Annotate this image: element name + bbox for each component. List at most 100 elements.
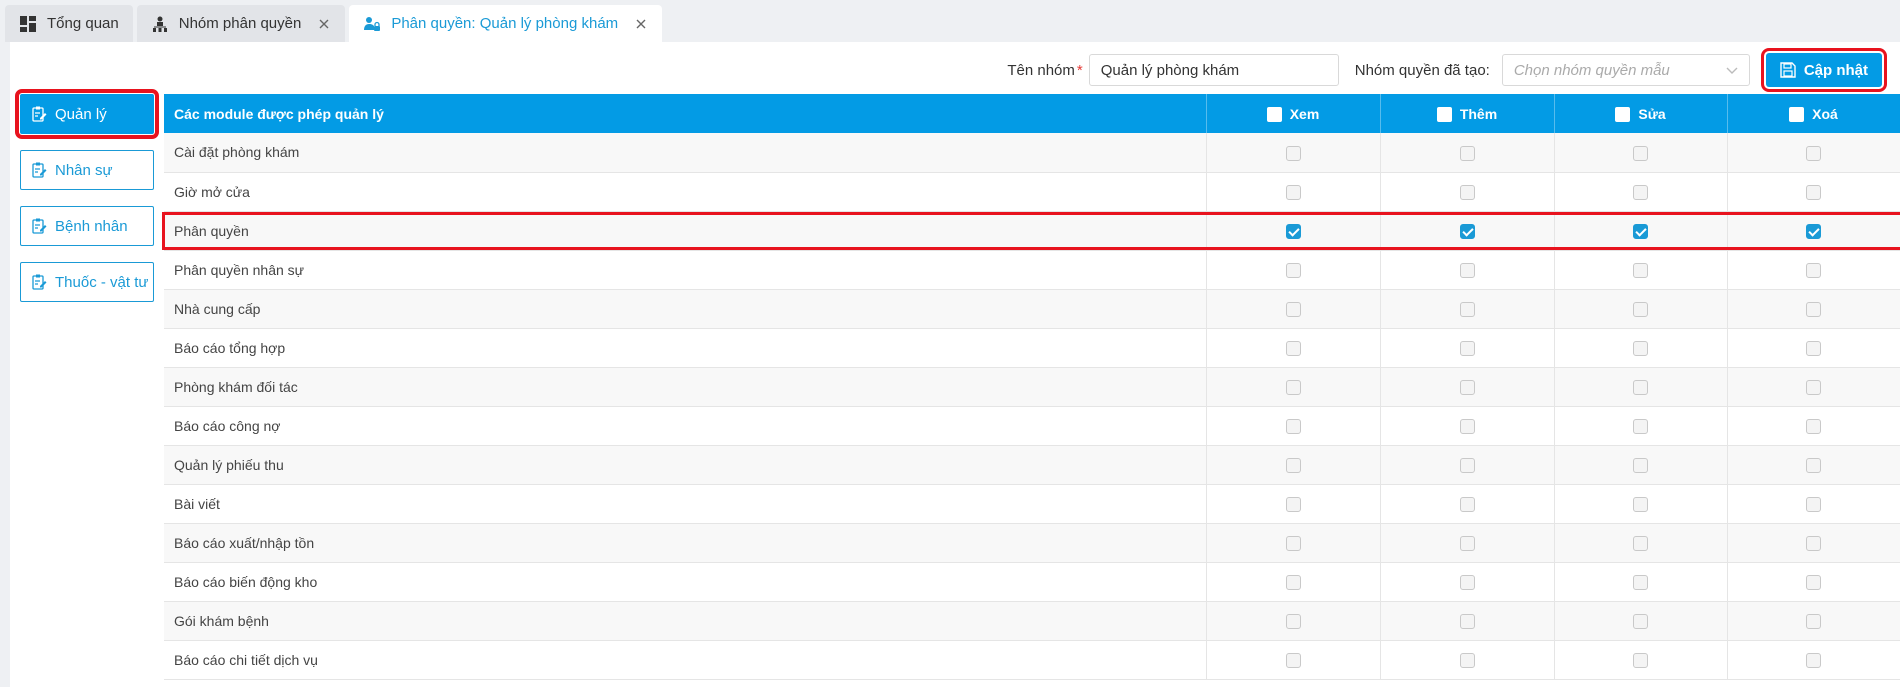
edit-checkbox[interactable] [1633,652,1648,668]
menu-item-patients[interactable]: Bệnh nhân [20,206,154,246]
add-checkbox[interactable] [1459,145,1475,161]
column-header-delete: Xoá [1727,94,1900,133]
add-checkbox[interactable] [1459,379,1475,395]
view-checkbox[interactable] [1285,262,1301,278]
edit-checkbox[interactable] [1633,418,1648,434]
module-name: Gói khám bệnh [164,601,1207,641]
delete-checkbox[interactable] [1806,613,1821,629]
edit-checkbox[interactable] [1633,145,1648,161]
module-name: Báo cáo chi tiết dịch vụ [164,640,1207,680]
column-header-add: Thêm [1380,94,1555,133]
close-icon[interactable] [634,17,648,31]
tab-label: Tổng quan [47,15,119,32]
edit-checkbox[interactable] [1633,535,1648,551]
module-name: Phân quyền [164,211,1207,251]
module-name: Giờ mở cửa [164,172,1207,212]
edit-checkbox[interactable] [1633,301,1648,317]
edit-checkbox[interactable] [1633,223,1648,239]
edit-checkbox[interactable] [1633,379,1648,395]
edit-checkbox[interactable] [1633,340,1648,356]
module-name: Báo cáo tổng hợp [164,328,1207,368]
menu-item-label: Nhân sự [55,161,113,179]
menu-item-staff[interactable]: Nhân sự [20,150,154,190]
delete-checkbox[interactable] [1806,379,1821,395]
edit-checkbox[interactable] [1633,613,1648,629]
table-row: Cài đặt phòng khám [164,133,1900,173]
select-all-add-checkbox[interactable] [1436,106,1452,122]
select-all-view-checkbox[interactable] [1266,106,1282,122]
add-checkbox[interactable] [1459,574,1475,590]
edit-checkbox[interactable] [1633,496,1648,512]
delete-checkbox[interactable] [1806,652,1821,668]
view-checkbox[interactable] [1285,496,1301,512]
module-name: Báo cáo công nợ [164,406,1207,446]
add-checkbox[interactable] [1459,184,1475,200]
select-all-edit-checkbox[interactable] [1615,106,1631,122]
add-checkbox[interactable] [1459,340,1475,356]
delete-checkbox[interactable] [1806,262,1821,278]
module-name: Cài đặt phòng khám [164,133,1207,173]
view-checkbox[interactable] [1285,574,1301,590]
view-checkbox[interactable] [1285,379,1301,395]
menu-item-medicine-supplies[interactable]: Thuốc - vật tư [20,262,154,302]
close-icon[interactable] [317,17,331,31]
tab-permission-groups[interactable]: Nhóm phân quyền [136,5,346,42]
edit-checkbox[interactable] [1633,574,1648,590]
update-button[interactable]: Cập nhật [1760,48,1888,92]
delete-checkbox[interactable] [1806,535,1821,551]
edit-checkbox[interactable] [1633,262,1648,278]
clipboard-edit-icon [31,106,47,122]
clipboard-edit-icon [31,218,47,234]
view-checkbox[interactable] [1285,613,1301,629]
menu-item-management[interactable]: Quản lý [15,89,159,139]
table-row: Báo cáo chi tiết dịch vụ [164,640,1900,680]
table-row: Báo cáo công nợ [164,406,1900,446]
delete-checkbox[interactable] [1806,574,1821,590]
view-checkbox[interactable] [1285,340,1301,356]
add-checkbox[interactable] [1459,262,1475,278]
delete-checkbox[interactable] [1806,145,1821,161]
view-checkbox[interactable] [1285,301,1301,317]
left-menu: Quản lý Nhân sự Bệnh nhân Thuốc - vật tư [15,89,159,318]
delete-checkbox[interactable] [1806,223,1821,239]
view-checkbox[interactable] [1285,535,1301,551]
tab-permission-detail[interactable]: Phân quyền: Quản lý phòng khám [349,5,663,42]
delete-checkbox[interactable] [1806,457,1821,473]
add-checkbox[interactable] [1459,652,1475,668]
delete-checkbox[interactable] [1806,496,1821,512]
save-icon [1780,62,1796,78]
table-row: Báo cáo xuất/nhập tồn [164,523,1900,563]
view-checkbox[interactable] [1285,184,1301,200]
view-checkbox[interactable] [1285,652,1301,668]
add-checkbox[interactable] [1459,223,1475,239]
select-all-delete-checkbox[interactable] [1789,106,1805,122]
add-checkbox[interactable] [1459,535,1475,551]
menu-item-label: Bệnh nhân [55,217,128,235]
tab-bar: Tổng quan Nhóm phân quyền Phân quyền: Qu… [0,0,1900,42]
table-header-row: Các module được phép quản lý Xem Thêm Sử… [164,94,1900,133]
table-row: Nhà cung cấp [164,289,1900,329]
view-checkbox[interactable] [1285,145,1301,161]
group-name-input[interactable]: Quản lý phòng khám [1088,54,1339,86]
users-lock-icon [363,15,381,33]
module-name: Phòng khám đối tác [164,367,1207,407]
toolbar: Tên nhóm * Quản lý phòng khám Nhóm quyền … [1007,48,1900,92]
template-select[interactable]: Chọn nhóm quyền mẫu [1501,54,1750,86]
menu-item-label: Quản lý [55,105,107,123]
edit-checkbox[interactable] [1633,184,1648,200]
delete-checkbox[interactable] [1806,184,1821,200]
delete-checkbox[interactable] [1806,340,1821,356]
tab-overview[interactable]: Tổng quan [5,5,133,42]
add-checkbox[interactable] [1459,457,1475,473]
view-checkbox[interactable] [1285,418,1301,434]
delete-checkbox[interactable] [1806,301,1821,317]
add-checkbox[interactable] [1459,613,1475,629]
add-checkbox[interactable] [1459,496,1475,512]
table-row: Quản lý phiếu thu [164,445,1900,485]
view-checkbox[interactable] [1285,457,1301,473]
add-checkbox[interactable] [1459,301,1475,317]
view-checkbox[interactable] [1285,223,1301,239]
edit-checkbox[interactable] [1633,457,1648,473]
delete-checkbox[interactable] [1806,418,1821,434]
add-checkbox[interactable] [1459,418,1475,434]
